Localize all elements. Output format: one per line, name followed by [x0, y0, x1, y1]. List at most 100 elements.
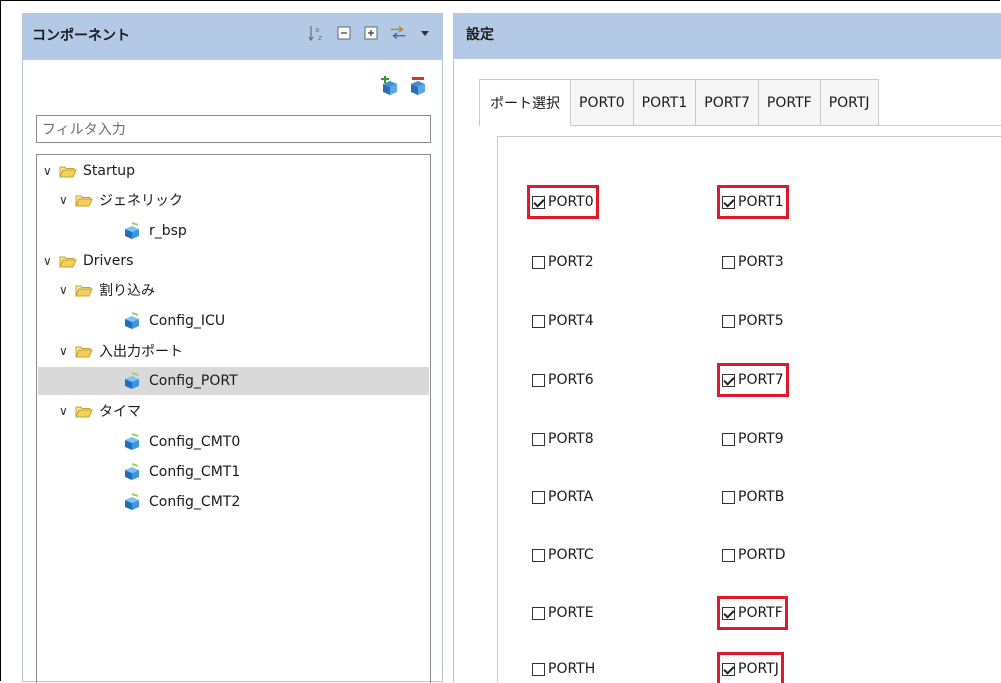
checkbox-icon[interactable]: [532, 314, 545, 328]
checkbox-port1[interactable]: PORT1: [717, 185, 789, 219]
checkbox-icon[interactable]: [532, 373, 545, 387]
checkbox-port2[interactable]: PORT2: [532, 250, 594, 274]
checkbox-label: PORT5: [738, 313, 784, 329]
checkbox-icon[interactable]: [532, 548, 545, 562]
panel-toolbar: az: [308, 24, 434, 42]
tab-port-select[interactable]: ポート選択: [479, 79, 571, 126]
checkbox-portf[interactable]: PORTF: [717, 596, 788, 630]
checkbox-icon[interactable]: [532, 432, 545, 446]
tree-node-interrupts[interactable]: ∨ 割り込み: [59, 276, 155, 304]
tree-node-r-bsp[interactable]: r_bsp: [123, 217, 187, 245]
tab-portj[interactable]: PORTJ: [820, 79, 879, 126]
checkbox-porth[interactable]: PORTH: [532, 657, 595, 681]
checkbox-portc[interactable]: PORTC: [532, 543, 594, 567]
checkbox-label: PORTH: [548, 661, 596, 677]
port-selection-area: PORT0 PORT1 PORT2 PORT3 PORT4 PORT5 PORT…: [497, 136, 1001, 683]
checkbox-label: PORTF: [738, 605, 783, 621]
tree-node-label: Config_ICU: [149, 313, 226, 329]
checkbox-icon[interactable]: [532, 662, 545, 676]
component-cube-icon: [125, 433, 139, 450]
checkbox-icon[interactable]: [722, 662, 735, 676]
checkbox-icon[interactable]: [722, 373, 735, 387]
folder-open-icon: [75, 406, 93, 417]
chevron-down-icon[interactable]: ∨: [43, 164, 55, 178]
checkbox-icon[interactable]: [722, 490, 735, 504]
tree-node-generic[interactable]: ∨ ジェネリック: [59, 186, 183, 214]
checkbox-icon[interactable]: [722, 606, 735, 620]
checkbox-icon[interactable]: [532, 490, 545, 504]
component-cube-icon: [125, 463, 139, 480]
checkbox-port7[interactable]: PORT7: [717, 363, 789, 397]
tree-node-config-port[interactable]: Config_PORT: [38, 367, 429, 395]
tree-node-config-icu[interactable]: Config_ICU: [123, 307, 225, 335]
chevron-down-icon[interactable]: ∨: [59, 193, 71, 207]
checkbox-port6[interactable]: PORT6: [532, 368, 594, 392]
chevron-down-icon[interactable]: ∨: [59, 404, 71, 418]
component-cube-icon: [125, 312, 139, 329]
panel-title: コンポーネント: [32, 28, 130, 44]
tab-portf[interactable]: PORTF: [758, 79, 821, 126]
tree-node-label: タイマ: [99, 404, 141, 420]
checkbox-port3[interactable]: PORT3: [722, 250, 784, 274]
checkbox-porte[interactable]: PORTE: [532, 601, 594, 625]
dropdown-arrow-icon[interactable]: [416, 24, 434, 42]
settings-tabs: ポート選択 PORT0 PORT1 PORT7 PORTF PORTJ: [479, 79, 879, 126]
tree-node-io-ports[interactable]: ∨ 入出力ポート: [59, 337, 183, 365]
checkbox-icon[interactable]: [722, 255, 735, 269]
checkbox-portb[interactable]: PORTB: [722, 485, 784, 509]
checkbox-label: PORTA: [548, 489, 594, 505]
chevron-down-icon[interactable]: ∨: [59, 344, 71, 358]
tab-port0[interactable]: PORT0: [571, 79, 634, 126]
checkbox-port9[interactable]: PORT9: [722, 427, 784, 451]
checkbox-port8[interactable]: PORT8: [532, 427, 594, 451]
checkbox-porta[interactable]: PORTA: [532, 485, 593, 509]
tab-port1[interactable]: PORT1: [633, 79, 697, 126]
chevron-down-icon[interactable]: ∨: [59, 283, 71, 297]
checkbox-label: PORT4: [548, 313, 594, 329]
checkbox-portj[interactable]: PORTJ: [717, 652, 784, 683]
checkbox-label: PORT6: [548, 372, 594, 388]
tree-node-config-cmt1[interactable]: Config_CMT1: [123, 458, 240, 486]
tree-node-drivers[interactable]: ∨ Drivers: [43, 247, 133, 275]
sort-az-icon[interactable]: az: [308, 24, 326, 42]
link-sync-icon[interactable]: [389, 24, 407, 42]
checkbox-port4[interactable]: PORT4: [532, 309, 594, 333]
checkbox-label: PORT8: [548, 431, 594, 447]
checkbox-label: PORT2: [548, 254, 594, 270]
checkbox-icon[interactable]: [722, 432, 735, 446]
tree-node-config-cmt2[interactable]: Config_CMT2: [123, 488, 240, 516]
checkbox-icon[interactable]: [722, 548, 735, 562]
tree-node-config-cmt0[interactable]: Config_CMT0: [123, 428, 240, 456]
checkbox-label: PORT9: [738, 431, 784, 447]
components-panel: コンポーネント az フィルタ入力 ∨ Startup ∨ ジェネリック r_b…: [22, 13, 443, 683]
tab-divider: [585, 125, 1001, 126]
checkbox-icon[interactable]: [532, 606, 545, 620]
checkbox-label: PORT0: [548, 194, 594, 210]
folder-open-icon: [59, 166, 77, 177]
collapse-all-icon[interactable]: [335, 24, 353, 42]
checkbox-portd[interactable]: PORTD: [722, 543, 786, 567]
checkbox-port0[interactable]: PORT0: [527, 185, 599, 219]
checkbox-icon[interactable]: [722, 195, 735, 209]
checkbox-label: PORTJ: [738, 661, 779, 677]
tree-node-label: Startup: [83, 163, 135, 179]
checkbox-port5[interactable]: PORT5: [722, 309, 784, 333]
svg-text:z: z: [318, 34, 322, 42]
tree-node-timers[interactable]: ∨ タイマ: [59, 397, 141, 425]
filter-input[interactable]: [36, 115, 431, 143]
settings-panel-header: 設定: [454, 13, 1001, 59]
component-cube-icon: [125, 222, 139, 239]
expand-all-icon[interactable]: [362, 24, 380, 42]
checkbox-icon[interactable]: [722, 314, 735, 328]
checkbox-icon[interactable]: [532, 255, 545, 269]
add-component-icon[interactable]: [380, 75, 397, 96]
tree-node-startup[interactable]: ∨ Startup: [43, 157, 135, 185]
tree-node-label: r_bsp: [149, 223, 187, 239]
chevron-down-icon[interactable]: ∨: [43, 254, 55, 268]
tree-node-label: Config_CMT0: [149, 434, 241, 450]
checkbox-icon[interactable]: [532, 195, 545, 209]
checkbox-label: PORTD: [738, 547, 786, 563]
tab-port7[interactable]: PORT7: [696, 79, 759, 126]
remove-component-icon[interactable]: [408, 76, 425, 96]
component-cube-icon: [125, 372, 139, 389]
